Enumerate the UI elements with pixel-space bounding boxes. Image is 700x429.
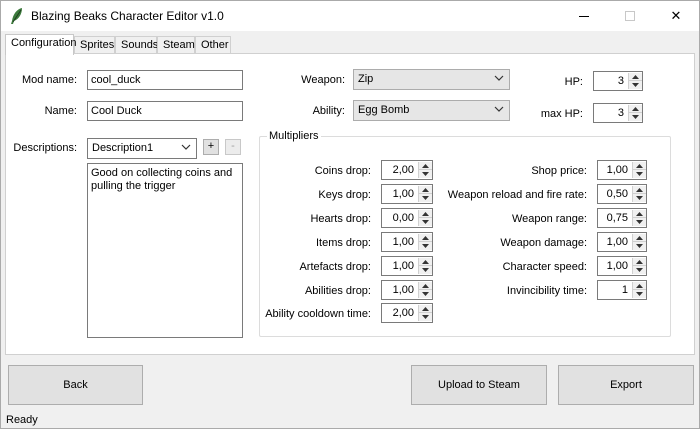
spin-arrows-icon[interactable] xyxy=(628,105,642,121)
shop-price-value: 1,00 xyxy=(606,164,628,176)
multiplier-label: Artefacts drop: xyxy=(299,261,371,273)
feather-icon xyxy=(9,7,25,25)
tab-other[interactable]: Other xyxy=(195,36,231,54)
ability-select-value: Egg Bomb xyxy=(358,104,410,116)
keys-drop-stepper[interactable]: 1,00 xyxy=(381,184,433,204)
abilities-drop-stepper[interactable]: 1,00 xyxy=(381,280,433,300)
multiplier-label: Character speed: xyxy=(502,261,587,273)
chevron-down-icon xyxy=(181,142,191,152)
hp-stepper[interactable]: 3 xyxy=(593,71,643,91)
character-speed-value: 1,00 xyxy=(606,260,628,272)
tab-steam[interactable]: Steam xyxy=(157,36,195,54)
weapon-label: Weapon: xyxy=(301,74,345,86)
spin-arrows-icon[interactable] xyxy=(418,258,432,274)
items-drop-stepper[interactable]: 1,00 xyxy=(381,232,433,252)
spin-arrows-icon[interactable] xyxy=(628,73,642,89)
export-button[interactable]: Export xyxy=(558,365,694,405)
ability-label: Ability: xyxy=(312,105,345,117)
invincibility-value: 1 xyxy=(621,284,628,296)
spin-arrows-icon[interactable] xyxy=(418,162,432,178)
upload-to-steam-button[interactable]: Upload to Steam xyxy=(411,365,547,405)
tab-configuration[interactable]: Configuration xyxy=(5,34,76,55)
hearts-drop-value: 0,00 xyxy=(392,212,414,224)
description-select[interactable]: Description1 xyxy=(87,138,197,159)
artefacts-drop-value: 1,00 xyxy=(392,260,414,272)
tab-sprites[interactable]: Sprites xyxy=(74,36,115,54)
description-select-value: Description1 xyxy=(92,142,154,154)
close-button[interactable]: ✕ xyxy=(653,1,699,31)
back-button[interactable]: Back xyxy=(8,365,143,405)
spin-arrows-icon[interactable] xyxy=(418,186,432,202)
max-hp-stepper[interactable]: 3 xyxy=(593,103,643,123)
chevron-down-icon xyxy=(494,73,504,83)
multiplier-label: Invincibility time: xyxy=(506,285,587,297)
max-hp-label: max HP: xyxy=(540,108,583,120)
weapon-select[interactable]: Zip xyxy=(353,69,510,90)
reload-rate-value: 0,50 xyxy=(606,188,628,200)
spin-arrows-icon[interactable] xyxy=(632,234,646,250)
remove-description-button[interactable]: - xyxy=(225,139,241,155)
name-label: Name: xyxy=(44,105,77,117)
multiplier-label: Weapon damage: xyxy=(500,237,587,249)
hp-label: HP: xyxy=(564,76,583,88)
mod-name-label: Mod name: xyxy=(21,74,77,86)
weapon-range-stepper[interactable]: 0,75 xyxy=(597,208,647,228)
multipliers-title: Multipliers xyxy=(267,130,321,142)
status-bar: Ready xyxy=(1,410,699,428)
weapon-range-value: 0,75 xyxy=(606,212,628,224)
reload-rate-stepper[interactable]: 0,50 xyxy=(597,184,647,204)
status-text: Ready xyxy=(6,414,38,426)
chevron-down-icon xyxy=(494,104,504,114)
spin-arrows-icon[interactable] xyxy=(632,162,646,178)
weapon-damage-stepper[interactable]: 1,00 xyxy=(597,232,647,252)
weapon-select-value: Zip xyxy=(358,73,374,85)
character-speed-stepper[interactable]: 1,00 xyxy=(597,256,647,276)
title-bar[interactable]: Blazing Beaks Character Editor v1.0 ✕ xyxy=(1,1,699,31)
ability-cooldown-stepper[interactable]: 2,00 xyxy=(381,303,433,323)
spin-arrows-icon[interactable] xyxy=(632,258,646,274)
descriptions-label: Descriptions: xyxy=(13,142,77,154)
spin-arrows-icon[interactable] xyxy=(418,282,432,298)
minimize-icon xyxy=(579,16,589,17)
keys-drop-value: 1,00 xyxy=(392,188,414,200)
abilities-drop-value: 1,00 xyxy=(392,284,414,296)
multiplier-label: Keys drop: xyxy=(318,189,371,201)
spin-arrows-icon[interactable] xyxy=(418,305,432,321)
invincibility-stepper[interactable]: 1 xyxy=(597,280,647,300)
ability-select[interactable]: Egg Bomb xyxy=(353,100,510,121)
coins-drop-stepper[interactable]: 2,00 xyxy=(381,160,433,180)
multiplier-label: Weapon reload and fire rate: xyxy=(447,189,587,201)
window-title: Blazing Beaks Character Editor v1.0 xyxy=(31,9,224,23)
spin-arrows-icon[interactable] xyxy=(418,234,432,250)
name-field[interactable]: Cool Duck xyxy=(87,101,243,121)
description-textarea[interactable]: Good on collecting coins and pulling the… xyxy=(87,163,243,338)
items-drop-value: 1,00 xyxy=(392,236,414,248)
coins-drop-value: 2,00 xyxy=(392,164,414,176)
spin-arrows-icon[interactable] xyxy=(632,282,646,298)
mod-name-field[interactable]: cool_duck xyxy=(87,70,243,90)
max-hp-value: 3 xyxy=(617,107,624,119)
maximize-button[interactable] xyxy=(607,1,653,31)
multiplier-label: Items drop: xyxy=(315,237,371,249)
spin-arrows-icon[interactable] xyxy=(418,210,432,226)
shop-price-stepper[interactable]: 1,00 xyxy=(597,160,647,180)
multiplier-label: Abilities drop: xyxy=(304,285,371,297)
minimize-button[interactable] xyxy=(561,1,607,31)
weapon-damage-value: 1,00 xyxy=(606,236,628,248)
multiplier-label: Hearts drop: xyxy=(310,213,371,225)
artefacts-drop-stepper[interactable]: 1,00 xyxy=(381,256,433,276)
add-description-button[interactable]: + xyxy=(203,139,219,155)
multiplier-label: Ability cooldown time: xyxy=(265,308,371,320)
tab-sounds[interactable]: Sounds xyxy=(115,36,158,54)
spin-arrows-icon[interactable] xyxy=(632,210,646,226)
multiplier-label: Coins drop: xyxy=(314,165,371,177)
spin-arrows-icon[interactable] xyxy=(632,186,646,202)
multiplier-label: Weapon range: xyxy=(511,213,587,225)
ability-cooldown-value: 2,00 xyxy=(392,307,414,319)
multiplier-label: Shop price: xyxy=(531,165,587,177)
app-window: Blazing Beaks Character Editor v1.0 ✕ Co… xyxy=(0,0,700,429)
hearts-drop-stepper[interactable]: 0,00 xyxy=(381,208,433,228)
maximize-icon xyxy=(625,11,635,21)
hp-value: 3 xyxy=(617,75,624,87)
